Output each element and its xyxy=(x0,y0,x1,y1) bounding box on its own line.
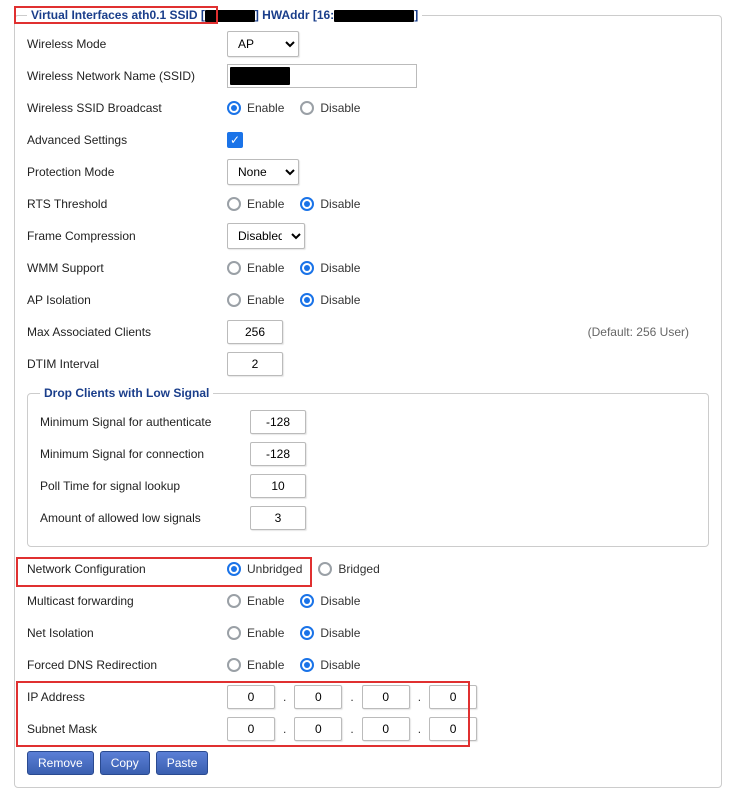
max-clients-input[interactable] xyxy=(227,320,283,344)
wmm-support-label: WMM Support xyxy=(27,261,227,275)
virtual-interface-fieldset: Virtual Interfaces ath0.1 SSID [] HWAddr… xyxy=(14,8,722,788)
wireless-mode-label: Wireless Mode xyxy=(27,37,227,51)
wmm-enable-radio[interactable] xyxy=(227,261,241,275)
disable-text[interactable]: Disable xyxy=(320,658,360,672)
mcast-enable-radio[interactable] xyxy=(227,594,241,608)
enable-text[interactable]: Enable xyxy=(247,197,284,211)
ip-address-label: IP Address xyxy=(27,690,227,704)
disable-text[interactable]: Disable xyxy=(320,197,360,211)
frame-compression-label: Frame Compression xyxy=(27,229,227,243)
fieldset-legend: Virtual Interfaces ath0.1 SSID [] HWAddr… xyxy=(27,8,422,22)
ap-isolation-label: AP Isolation xyxy=(27,293,227,307)
disable-text[interactable]: Disable xyxy=(320,293,360,307)
bridged-text[interactable]: Bridged xyxy=(338,562,379,576)
disable-text[interactable]: Disable xyxy=(320,626,360,640)
dtim-input[interactable] xyxy=(227,352,283,376)
low-signals-input[interactable] xyxy=(250,506,306,530)
copy-button[interactable]: Copy xyxy=(100,751,150,775)
forced-dns-label: Forced DNS Redirection xyxy=(27,658,227,672)
net-iso-disable-radio[interactable] xyxy=(300,626,314,640)
net-iso-label: Net Isolation xyxy=(27,626,227,640)
drop-clients-fieldset: Drop Clients with Low Signal Minimum Sig… xyxy=(27,386,709,547)
enable-text[interactable]: Enable xyxy=(247,594,284,608)
wmm-disable-radio[interactable] xyxy=(300,261,314,275)
enable-text[interactable]: Enable xyxy=(247,293,284,307)
enable-text[interactable]: Enable xyxy=(247,626,284,640)
enable-text[interactable]: Enable xyxy=(247,261,284,275)
protection-mode-select[interactable]: None xyxy=(227,159,299,185)
disable-text[interactable]: Disable xyxy=(320,101,360,115)
rts-threshold-label: RTS Threshold xyxy=(27,197,227,211)
min-sig-auth-label: Minimum Signal for authenticate xyxy=(40,415,250,429)
remove-button[interactable]: Remove xyxy=(27,751,94,775)
ip-octet-2[interactable] xyxy=(294,685,342,709)
advanced-settings-checkbox[interactable] xyxy=(227,132,243,148)
subnet-octet-4[interactable] xyxy=(429,717,477,741)
drop-clients-legend: Drop Clients with Low Signal xyxy=(40,386,213,400)
rts-disable-radio[interactable] xyxy=(300,197,314,211)
disable-text[interactable]: Disable xyxy=(320,261,360,275)
low-signals-label: Amount of allowed low signals xyxy=(40,511,250,525)
subnet-octet-3[interactable] xyxy=(362,717,410,741)
enable-text[interactable]: Enable xyxy=(247,658,284,672)
ssid-broadcast-enable-radio[interactable] xyxy=(227,101,241,115)
subnet-octet-2[interactable] xyxy=(294,717,342,741)
ssid-input[interactable] xyxy=(227,64,417,88)
unbridged-text[interactable]: Unbridged xyxy=(247,562,302,576)
disable-text[interactable]: Disable xyxy=(320,594,360,608)
subnet-octet-1[interactable] xyxy=(227,717,275,741)
subnet-mask-label: Subnet Mask xyxy=(27,722,227,736)
ssid-broadcast-label: Wireless SSID Broadcast xyxy=(27,101,227,115)
ip-octet-4[interactable] xyxy=(429,685,477,709)
ssid-broadcast-disable-radio[interactable] xyxy=(300,101,314,115)
net-config-label: Network Configuration xyxy=(27,562,227,576)
advanced-settings-label: Advanced Settings xyxy=(27,133,227,147)
mcast-fwd-label: Multicast forwarding xyxy=(27,594,227,608)
ssid-label: Wireless Network Name (SSID) xyxy=(27,69,227,83)
rts-enable-radio[interactable] xyxy=(227,197,241,211)
poll-time-label: Poll Time for signal lookup xyxy=(40,479,250,493)
ap-iso-disable-radio[interactable] xyxy=(300,293,314,307)
max-clients-hint: (Default: 256 User) xyxy=(588,325,689,339)
net-config-unbridged-radio[interactable] xyxy=(227,562,241,576)
forced-dns-enable-radio[interactable] xyxy=(227,658,241,672)
ip-octet-3[interactable] xyxy=(362,685,410,709)
protection-mode-label: Protection Mode xyxy=(27,165,227,179)
min-sig-conn-input[interactable] xyxy=(250,442,306,466)
poll-time-input[interactable] xyxy=(250,474,306,498)
dtim-label: DTIM Interval xyxy=(27,357,227,371)
net-config-bridged-radio[interactable] xyxy=(318,562,332,576)
paste-button[interactable]: Paste xyxy=(156,751,209,775)
ap-iso-enable-radio[interactable] xyxy=(227,293,241,307)
wireless-mode-select[interactable]: AP xyxy=(227,31,299,57)
ip-octet-1[interactable] xyxy=(227,685,275,709)
forced-dns-disable-radio[interactable] xyxy=(300,658,314,672)
frame-compression-select[interactable]: Disabled xyxy=(227,223,305,249)
form-wrap: Virtual Interfaces ath0.1 SSID [] HWAddr… xyxy=(12,8,724,788)
min-sig-conn-label: Minimum Signal for connection xyxy=(40,447,250,461)
mcast-disable-radio[interactable] xyxy=(300,594,314,608)
min-sig-auth-input[interactable] xyxy=(250,410,306,434)
max-clients-label: Max Associated Clients xyxy=(27,325,227,339)
enable-text[interactable]: Enable xyxy=(247,101,284,115)
net-iso-enable-radio[interactable] xyxy=(227,626,241,640)
